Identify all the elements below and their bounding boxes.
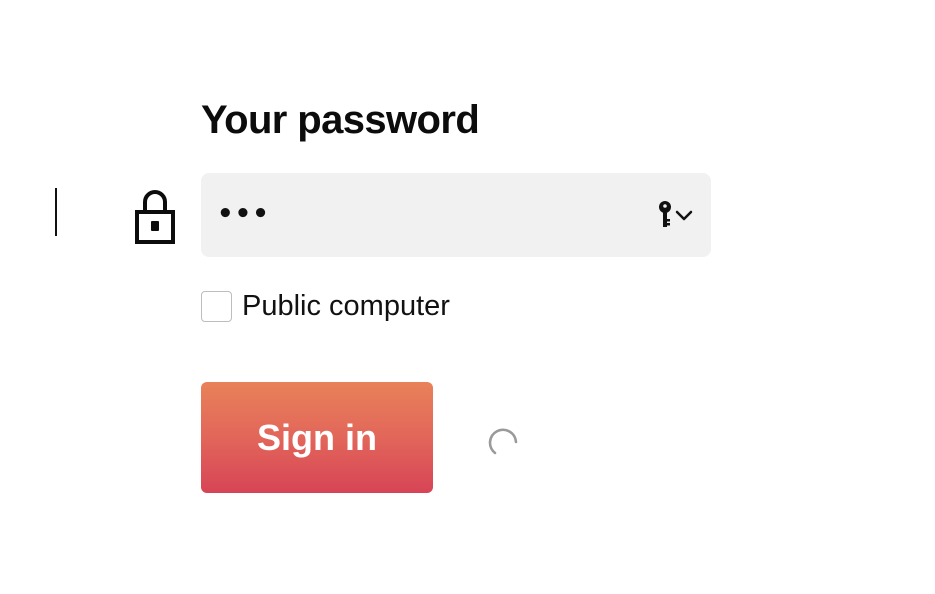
public-computer-option[interactable]: Public computer xyxy=(201,289,450,323)
sign-in-button[interactable]: Sign in xyxy=(201,382,433,493)
key-icon xyxy=(659,201,671,227)
spinner-icon xyxy=(488,428,518,455)
chevron-down-icon xyxy=(675,210,693,221)
public-computer-label[interactable]: Public computer xyxy=(242,289,450,323)
password-manager-button[interactable] xyxy=(656,199,696,231)
sign-in-page: Your password ••• Public computer Sign i… xyxy=(0,0,935,594)
password-masked-value: ••• xyxy=(217,199,270,229)
page-title: Your password xyxy=(201,98,480,142)
public-computer-checkbox[interactable] xyxy=(201,290,232,322)
password-input[interactable]: ••• xyxy=(201,173,711,257)
text-caret xyxy=(55,188,57,236)
lock-icon xyxy=(135,190,175,244)
